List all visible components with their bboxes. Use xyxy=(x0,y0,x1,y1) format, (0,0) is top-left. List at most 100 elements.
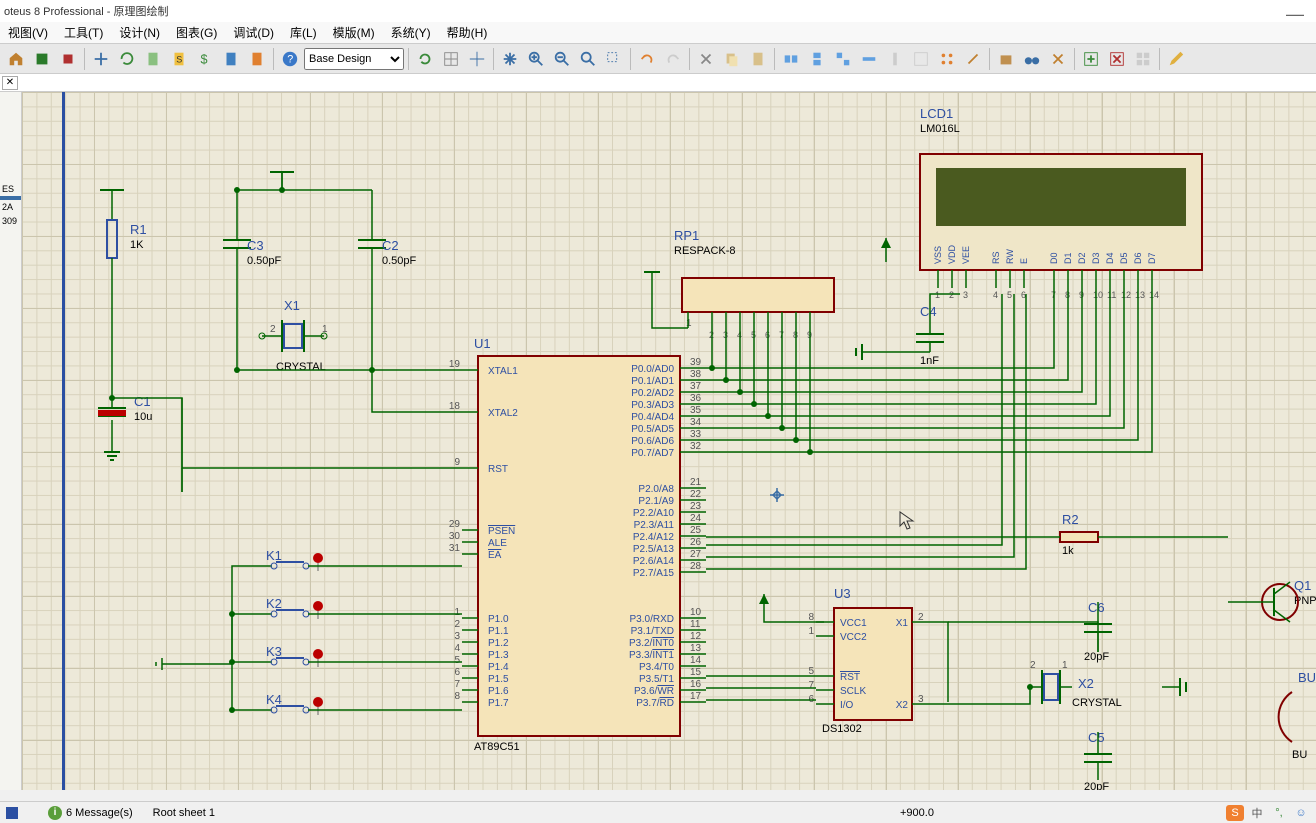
side-309[interactable]: 309 xyxy=(0,214,21,228)
svg-text:P2.1/A9: P2.1/A9 xyxy=(638,496,674,507)
ime-icon-cn[interactable]: 中 xyxy=(1248,805,1266,821)
dollar-icon[interactable]: $ xyxy=(193,47,217,71)
align-3-icon[interactable] xyxy=(831,47,855,71)
svg-text:17: 17 xyxy=(690,691,702,702)
crosshair-icon[interactable] xyxy=(465,47,489,71)
refresh-icon[interactable] xyxy=(115,47,139,71)
ime-icon-face[interactable]: ☺ xyxy=(1292,805,1310,821)
component-x1[interactable]: X1 2 1 CRYSTAL xyxy=(259,298,328,373)
component-r1[interactable]: R1 1K xyxy=(100,190,147,398)
cursor-crosshair xyxy=(770,488,784,502)
message-count[interactable]: 6 Message(s) xyxy=(66,807,133,819)
svg-text:LM016L: LM016L xyxy=(920,123,960,135)
ime-icon-s[interactable]: S xyxy=(1226,805,1244,821)
component-lcd1[interactable]: LCD1 LM016L VSS1VDD2VEE3RS4RW5E6D07D18D2… xyxy=(920,106,1202,300)
svg-text:31: 31 xyxy=(449,543,461,554)
svg-text:RS: RS xyxy=(991,251,1001,264)
menu-tool[interactable]: 工具(T) xyxy=(56,24,111,41)
svg-text:D1: D1 xyxy=(1063,252,1073,264)
add-green-icon[interactable] xyxy=(1079,47,1103,71)
side-es[interactable]: ES xyxy=(0,182,21,196)
component-q1[interactable]: Q1 PNP xyxy=(1228,578,1316,622)
zoom-in-icon[interactable] xyxy=(524,47,548,71)
binoculars-icon[interactable] xyxy=(1020,47,1044,71)
pattern-icon[interactable] xyxy=(935,47,959,71)
svg-text:P1.0: P1.0 xyxy=(488,614,509,625)
zoom-area-icon[interactable] xyxy=(602,47,626,71)
align-4-icon[interactable] xyxy=(857,47,881,71)
copy-icon[interactable] xyxy=(720,47,744,71)
undo-icon[interactable] xyxy=(635,47,659,71)
menu-template[interactable]: 模版(M) xyxy=(325,24,383,41)
doc-s-icon[interactable]: S xyxy=(167,47,191,71)
align-1-icon[interactable] xyxy=(779,47,803,71)
file-icon[interactable] xyxy=(141,47,165,71)
design-selector[interactable]: Base Design xyxy=(304,48,404,70)
align-2-icon[interactable] xyxy=(805,47,829,71)
sheet-name[interactable]: Root sheet 1 xyxy=(133,807,215,819)
svg-text:2: 2 xyxy=(949,290,954,300)
menu-design[interactable]: 设计(N) xyxy=(111,24,168,41)
component-c5[interactable]: C5 20pF xyxy=(1084,730,1112,790)
svg-text:P0.5/AD5: P0.5/AD5 xyxy=(631,424,674,435)
zoom-out-icon[interactable] xyxy=(550,47,574,71)
help-icon[interactable]: ? xyxy=(278,47,302,71)
minimize-icon[interactable]: — xyxy=(1286,4,1304,25)
svg-text:RP1: RP1 xyxy=(674,228,699,243)
menu-system[interactable]: 系统(Y) xyxy=(383,24,439,41)
blue-doc-icon[interactable] xyxy=(219,47,243,71)
component-r2[interactable]: R2 1k xyxy=(706,512,1228,557)
schematic-canvas[interactable]: R1 1K C1 10u C3 0.50pF xyxy=(22,92,1316,790)
svg-text:X2: X2 xyxy=(896,700,909,711)
side-2a[interactable]: 2A xyxy=(0,200,21,214)
component-u3[interactable]: U3 DS1302 8VCC11VCC25RST7SCLK6I/O2X13X2 xyxy=(808,586,930,735)
component-c1[interactable]: C1 10u xyxy=(98,394,152,460)
svg-text:1: 1 xyxy=(935,290,940,300)
pencil-icon[interactable] xyxy=(1164,47,1188,71)
home-icon[interactable] xyxy=(4,47,28,71)
zoom-fit-icon[interactable] xyxy=(576,47,600,71)
menu-debug[interactable]: 调试(D) xyxy=(225,24,282,41)
svg-text:PSEN: PSEN xyxy=(488,526,515,537)
svg-text:21: 21 xyxy=(690,477,702,488)
svg-text:20pF: 20pF xyxy=(1084,651,1109,663)
component-c2[interactable]: C2 0.50pF xyxy=(358,190,417,284)
tool-icon[interactable] xyxy=(961,47,985,71)
menu-lib[interactable]: 库(L) xyxy=(282,24,325,41)
component-k3[interactable]: K3 xyxy=(232,644,462,667)
cut-icon[interactable] xyxy=(694,47,718,71)
info-icon[interactable]: i xyxy=(48,806,62,820)
svg-text:XTAL2: XTAL2 xyxy=(488,408,518,419)
paste-icon[interactable] xyxy=(746,47,770,71)
chip-icon[interactable] xyxy=(56,47,80,71)
align-6-icon[interactable] xyxy=(909,47,933,71)
grid4-icon[interactable] xyxy=(1131,47,1155,71)
svg-text:14: 14 xyxy=(690,655,702,666)
grid-icon[interactable] xyxy=(439,47,463,71)
menu-view[interactable]: 视图(V) xyxy=(0,24,56,41)
pan-icon[interactable] xyxy=(498,47,522,71)
app-title: oteus 8 Professional - 原理图绘制 xyxy=(4,3,168,19)
redo-icon[interactable] xyxy=(661,47,685,71)
menu-chart[interactable]: 图表(G) xyxy=(168,24,225,41)
component-rp1[interactable]: RP1 RESPACK-8 1 23456789 xyxy=(644,228,834,340)
align-5-icon[interactable] xyxy=(883,47,907,71)
component-k4[interactable]: K4 xyxy=(232,664,462,715)
tab-close-button[interactable]: ✕ xyxy=(2,76,18,90)
menu-help[interactable]: 帮助(H) xyxy=(439,24,496,41)
ime-icon-punct[interactable]: °, xyxy=(1270,805,1288,821)
tools-icon[interactable] xyxy=(1046,47,1070,71)
package-icon[interactable] xyxy=(994,47,1018,71)
svg-text:1k: 1k xyxy=(1062,545,1074,557)
component-buzzer[interactable]: BU BU xyxy=(1279,670,1316,761)
svg-text:13: 13 xyxy=(1135,290,1145,300)
remove-red-icon[interactable] xyxy=(1105,47,1129,71)
orange-doc-icon[interactable] xyxy=(245,47,269,71)
component-c4[interactable]: C4 1nF xyxy=(856,294,960,367)
component-c3[interactable]: C3 0.50pF xyxy=(223,190,282,284)
component-x2[interactable]: X2 2 1 CRYSTAL xyxy=(1030,660,1122,709)
arrows-icon[interactable] xyxy=(89,47,113,71)
svg-text:K3: K3 xyxy=(266,644,282,659)
pcb-icon[interactable] xyxy=(30,47,54,71)
rotate-icon[interactable] xyxy=(413,47,437,71)
